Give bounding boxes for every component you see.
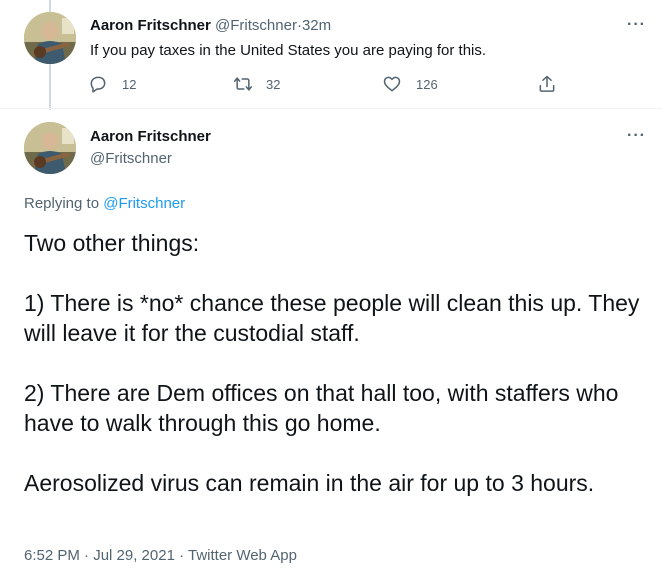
tweet1-author-handle[interactable]: @Fritschner (215, 17, 297, 34)
reply-icon (90, 76, 106, 93)
tweet2-paragraph: 1) There is *no* chance these people wil… (24, 290, 640, 346)
reply-count: 12 (122, 76, 137, 92)
retweet-count: 32 (266, 76, 281, 92)
tweet2-author-name[interactable]: Aaron Fritschner (90, 127, 211, 147)
like-button[interactable]: 126 (382, 74, 438, 94)
tweet2-paragraph: 2) There are Dem offices on that hall to… (24, 380, 619, 436)
replying-to-prefix: Replying to (24, 195, 100, 212)
like-count: 126 (416, 76, 438, 92)
avatar-image (24, 122, 76, 174)
tweet2-body: Two other things: 1) There is *no* chanc… (24, 228, 648, 528)
tweet1-text: If you pay taxes in the United States yo… (90, 42, 487, 59)
replying-to-handle-link[interactable]: @Fritschner (103, 195, 185, 212)
heart-icon (383, 76, 401, 92)
tweet2-timestamp[interactable]: 6:52 PM · Jul 29, 2021 · Twitter Web App (24, 546, 297, 566)
tweet2-paragraph: Two other things: (24, 230, 200, 256)
retweet-icon (233, 77, 253, 91)
replying-to-line: Replying to @Fritschner (24, 194, 185, 214)
reply-button[interactable]: 12 (88, 74, 136, 94)
tweet-divider (0, 108, 662, 109)
tweet2-author-handle[interactable]: @Fritschner (90, 149, 172, 169)
avatar[interactable] (24, 12, 76, 64)
share-button[interactable] (537, 74, 557, 94)
tweet1-time[interactable]: 32m (302, 17, 331, 34)
tweet1-more-icon[interactable]: ··· (627, 17, 646, 33)
tweet-thread-page: Aaron Fritschner @Fritschner·32m ··· If … (0, 0, 662, 583)
avatar[interactable] (24, 122, 76, 174)
tweet2-paragraph: Aerosolized virus can remain in the air … (24, 470, 595, 496)
tweet1-author-name[interactable]: Aaron Fritschner (90, 17, 211, 34)
share-icon (539, 75, 555, 92)
tweet1-header: Aaron Fritschner @Fritschner·32m (90, 16, 331, 36)
tweet1-action-bar: 12 32 126 (88, 74, 568, 96)
retweet-button[interactable]: 32 (232, 74, 280, 94)
tweet2-more-icon[interactable]: ··· (627, 128, 646, 144)
avatar-image (24, 12, 76, 64)
